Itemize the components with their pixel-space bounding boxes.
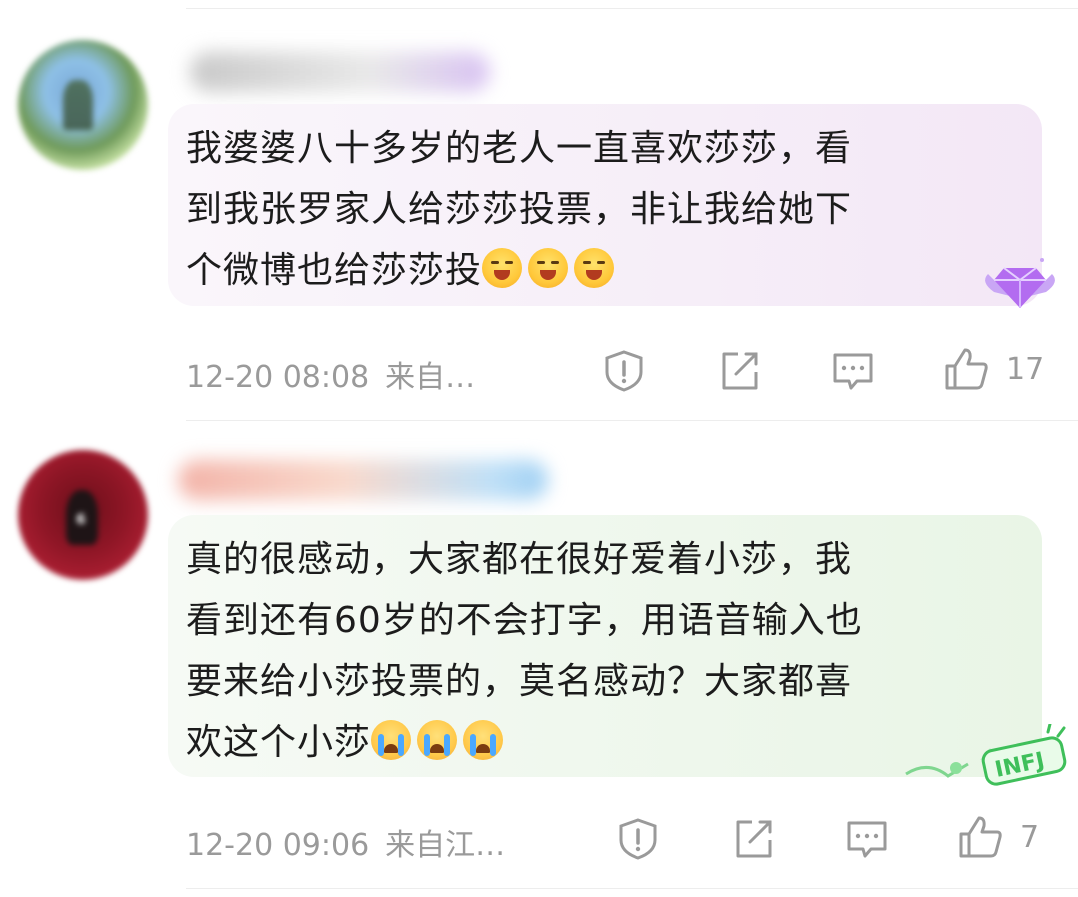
comment-line: 要来给小莎投票的，莫名感动？大家都喜 [186,661,853,702]
source-label[interactable]: 来自江… [385,828,505,863]
comment-icon [833,353,873,390]
like-count: 17 [1006,352,1045,387]
reply-button[interactable] [830,348,876,394]
like-count: 7 [1020,820,1040,855]
comment-divider [186,420,1078,421]
reply-button[interactable] [844,816,890,862]
report-shield-icon [605,350,643,392]
comment-line: 我婆婆八十多岁的老人一直喜欢莎莎，看 [186,128,853,169]
comment-line: 到我张罗家人给莎莎投票，非让我给她下 [186,189,853,230]
laugh-cry-emoji [482,248,523,288]
comment-line: 看到还有60岁的不会打字，用语音输入也 [186,600,863,641]
diamond-wing-badge-icon [985,258,1055,308]
crying-emoji [417,720,458,760]
crying-emoji [463,720,504,760]
comment-text: 真的很感动，大家都在很好爱着小莎，我 看到还有60岁的不会打字，用语音输入也 要… [186,529,1006,773]
share-button[interactable] [716,348,762,394]
comment-meta: 12-20 09:06 来自江… [186,820,505,864]
top-divider [186,8,1078,9]
laugh-cry-emoji [574,248,615,288]
crying-emoji [371,720,412,760]
like-button[interactable] [957,814,1003,860]
avatar[interactable]: 6 [18,450,148,580]
report-button[interactable] [615,816,661,862]
comment-icon [847,821,887,858]
comment-bubble: 我婆婆八十多岁的老人一直喜欢莎莎，看 到我张罗家人给莎莎投票，非让我给她下 个微… [168,104,1042,306]
share-icon [722,352,758,390]
thumbs-up-icon [959,816,1002,858]
comment-line: 欢这个小莎 [186,712,1006,773]
share-icon [736,820,772,858]
infj-badge-icon: INFJ [905,724,1067,786]
timestamp: 12-20 09:06 [186,828,370,863]
comment-line: 个微博也给莎莎投 [186,240,1006,301]
laugh-cry-emoji [528,248,569,288]
report-button[interactable] [601,348,647,394]
bottom-divider [186,888,1078,889]
source-label[interactable]: 来自… [385,360,475,395]
report-shield-icon [619,818,657,860]
timestamp: 12-20 08:08 [186,360,370,395]
thumbs-up-icon [945,348,988,390]
like-button[interactable] [943,346,989,392]
comment-line: 真的很感动，大家都在很好爱着小莎，我 [186,539,853,580]
username-blurred[interactable] [178,460,548,500]
username-blurred[interactable] [190,52,490,92]
avatar[interactable] [18,40,148,170]
comment-text: 我婆婆八十多岁的老人一直喜欢莎莎，看 到我张罗家人给莎莎投票，非让我给她下 个微… [186,118,1006,301]
comment-meta: 12-20 08:08 来自… [186,352,475,396]
share-button[interactable] [730,816,776,862]
